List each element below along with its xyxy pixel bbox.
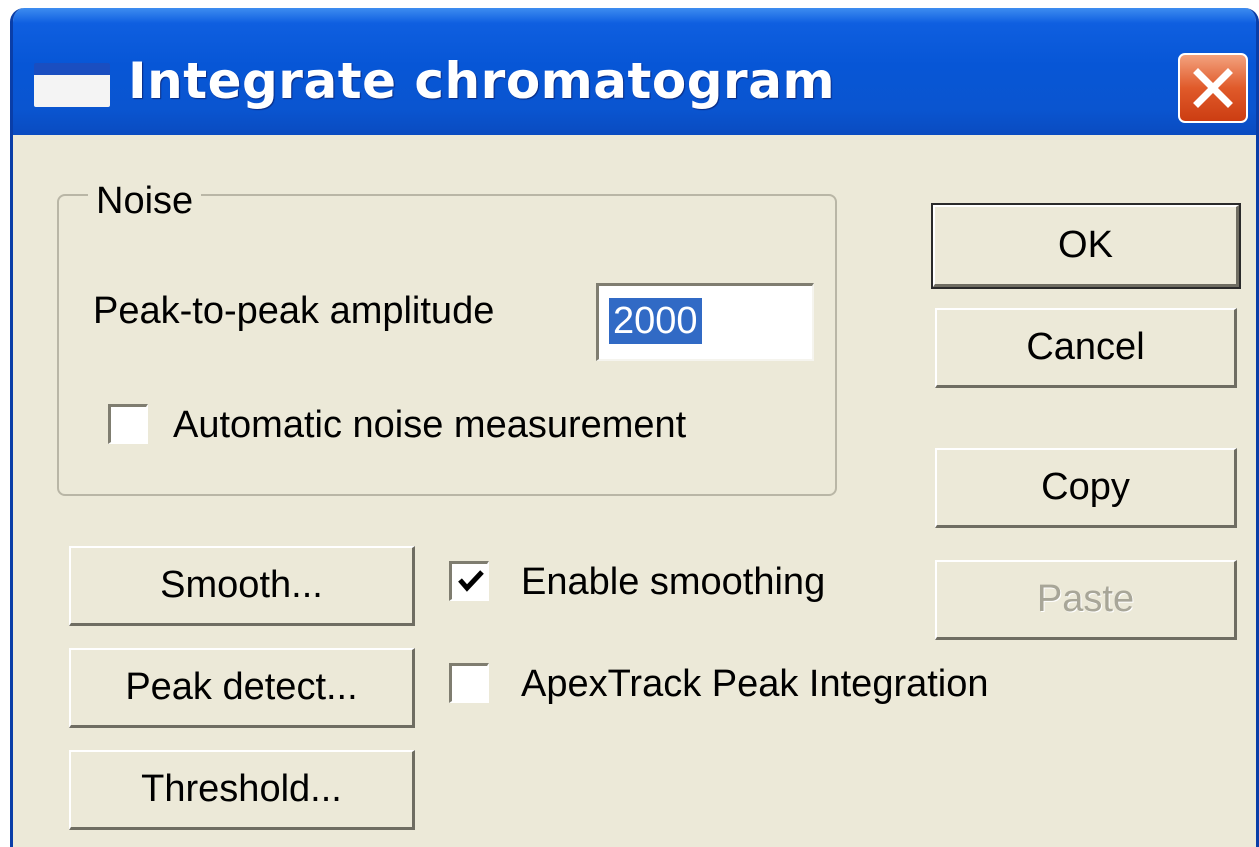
checkmark-icon (458, 570, 484, 592)
enable-smoothing-checkbox[interactable] (449, 561, 489, 601)
close-icon (1193, 68, 1233, 108)
title-bar[interactable]: Integrate chromatogram (13, 8, 1256, 135)
window-app-icon (34, 63, 110, 107)
apextrack-checkbox[interactable] (449, 663, 489, 703)
amplitude-input[interactable]: 2000 (596, 283, 814, 361)
enable-smoothing-label[interactable]: Enable smoothing (521, 561, 825, 604)
ok-button[interactable]: OK (931, 203, 1241, 289)
noise-group-legend: Noise (88, 180, 202, 223)
smooth-button[interactable]: Smooth... (69, 546, 415, 626)
dialog-window: Integrate chromatogram Noise Peak-to-pea… (10, 8, 1259, 847)
threshold-button[interactable]: Threshold... (69, 750, 415, 830)
close-button[interactable] (1178, 53, 1248, 123)
apextrack-label[interactable]: ApexTrack Peak Integration (521, 663, 989, 706)
paste-button-disabled: Paste (935, 560, 1237, 640)
window-title: Integrate chromatogram (128, 52, 836, 110)
auto-noise-label[interactable]: Automatic noise measurement (173, 404, 686, 447)
amplitude-label: Peak-to-peak amplitude (93, 290, 495, 332)
copy-button[interactable]: Copy (935, 448, 1237, 528)
amplitude-value: 2000 (609, 298, 702, 344)
cancel-button[interactable]: Cancel (935, 308, 1237, 388)
auto-noise-checkbox[interactable] (108, 404, 148, 444)
peak-detect-button[interactable]: Peak detect... (69, 648, 415, 728)
